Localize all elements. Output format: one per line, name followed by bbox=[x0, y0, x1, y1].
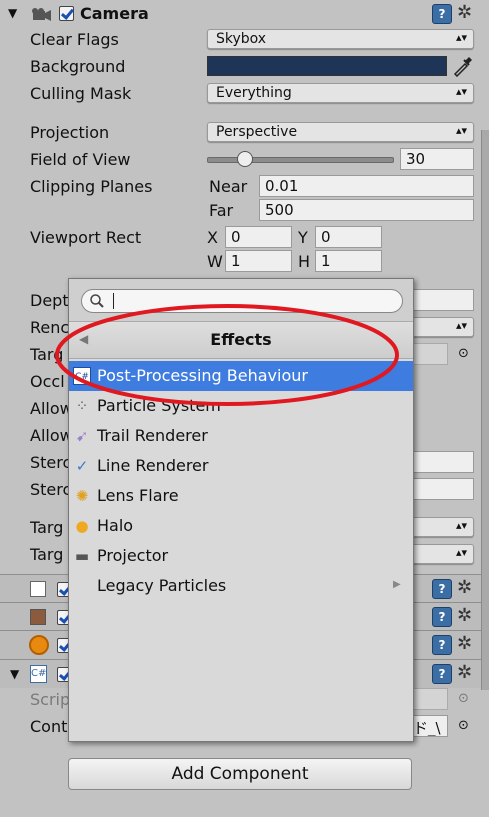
annotation-ellipse bbox=[55, 304, 399, 406]
